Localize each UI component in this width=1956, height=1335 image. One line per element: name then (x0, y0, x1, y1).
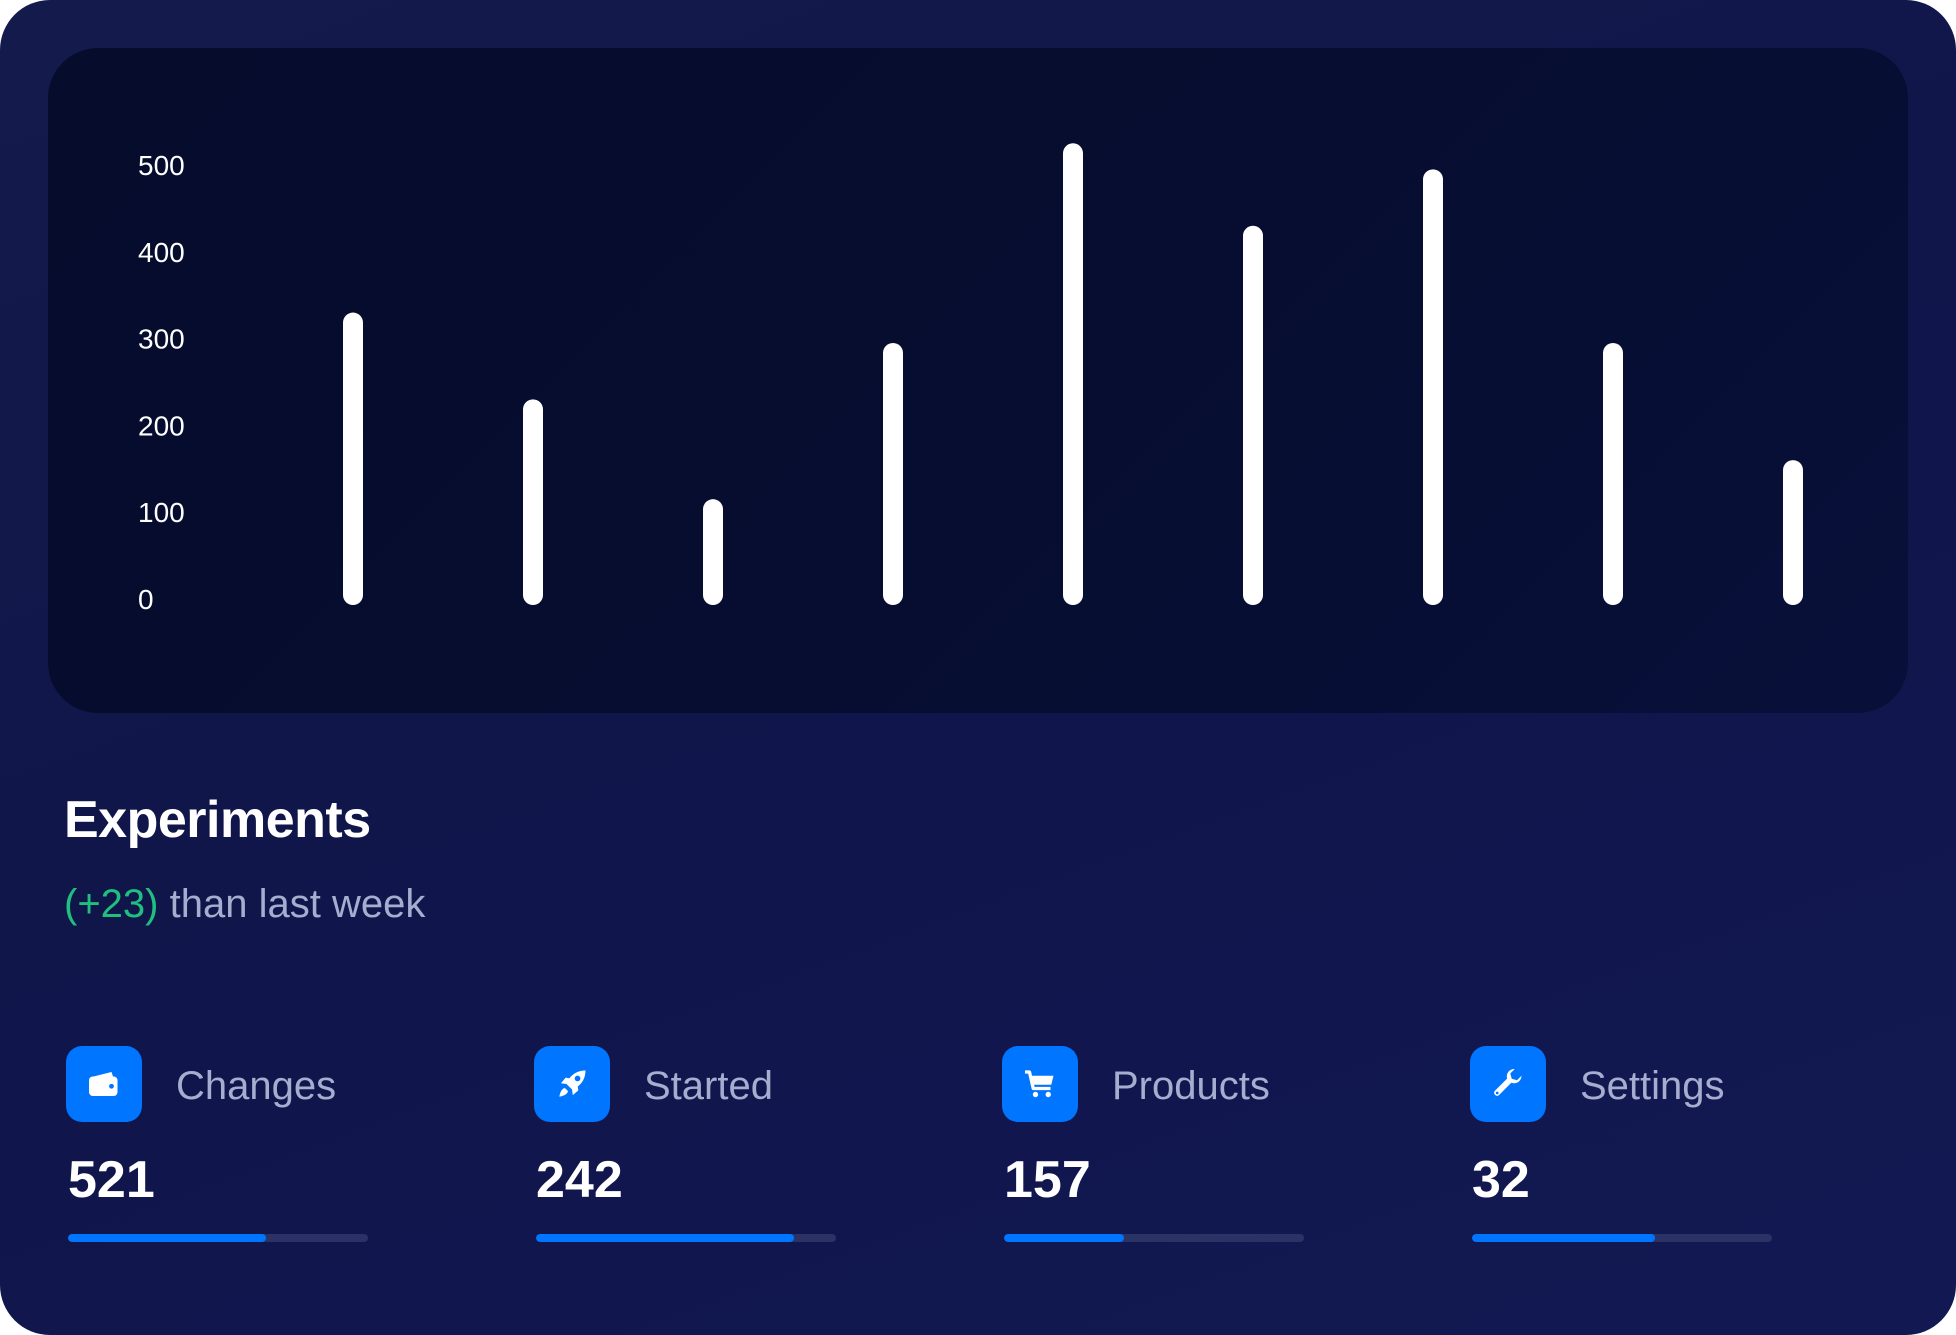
bar (1603, 342, 1623, 605)
bar-chart: 0 100 200 300 400 500 (138, 143, 1803, 615)
bar (1783, 460, 1803, 605)
stat-value: 32 (1472, 1151, 1530, 1209)
rocket-icon (559, 1070, 586, 1097)
stat-value: 242 (536, 1151, 623, 1209)
stat-products: Products 157 (1002, 1046, 1304, 1246)
stat-settings: Settings 32 (1470, 1046, 1772, 1246)
bar-chart-panel: 0 100 200 300 400 500 (48, 48, 1908, 713)
stat-changes: Changes 521 (66, 1046, 368, 1246)
stat-progress-track (1472, 1234, 1772, 1242)
stat-progress-fill (1004, 1234, 1124, 1242)
stat-progress-fill (68, 1234, 266, 1242)
subtitle-text: than last week (158, 882, 426, 926)
stat-label: Started (644, 1064, 773, 1108)
experiments-card: 0 100 200 300 400 500 Experiments (+23) than … (0, 0, 1956, 1335)
y-tick-label: 300 (138, 324, 185, 355)
stat-label: Products (1112, 1064, 1270, 1108)
weekly-delta: (+23) (64, 882, 159, 926)
wallet-icon (89, 1072, 118, 1096)
stat-progress-track (536, 1234, 836, 1242)
stat-icon-box (66, 1046, 142, 1122)
y-tick-label: 0 (138, 584, 154, 615)
y-tick-label: 100 (138, 497, 185, 528)
bar (703, 499, 723, 605)
stat-progress-fill (536, 1234, 794, 1242)
stat-value: 157 (1004, 1151, 1091, 1209)
bar (1423, 169, 1443, 605)
stat-progress-track (68, 1234, 368, 1242)
card-subtitle: (+23) than last week (64, 882, 425, 927)
stat-progress-fill (1472, 1234, 1655, 1242)
y-tick-label: 200 (138, 410, 185, 441)
bar (343, 312, 363, 605)
stat-icon-box (1470, 1046, 1546, 1122)
wrench-icon (1494, 1068, 1522, 1096)
bar (1063, 143, 1083, 606)
stat-icon-box (1002, 1046, 1078, 1122)
y-tick-label: 500 (138, 150, 185, 181)
stat-value: 521 (68, 1151, 155, 1209)
bar (883, 342, 903, 605)
stat-started: Started 242 (534, 1046, 836, 1246)
stat-progress-track (1004, 1234, 1304, 1242)
bar (523, 399, 543, 605)
stat-icon-box (534, 1046, 610, 1122)
bar (1243, 225, 1263, 605)
card-title: Experiments (64, 791, 371, 849)
stat-label: Settings (1580, 1064, 1725, 1108)
cart-icon (1025, 1070, 1054, 1098)
stat-label: Changes (176, 1064, 337, 1108)
y-tick-label: 400 (138, 237, 185, 268)
